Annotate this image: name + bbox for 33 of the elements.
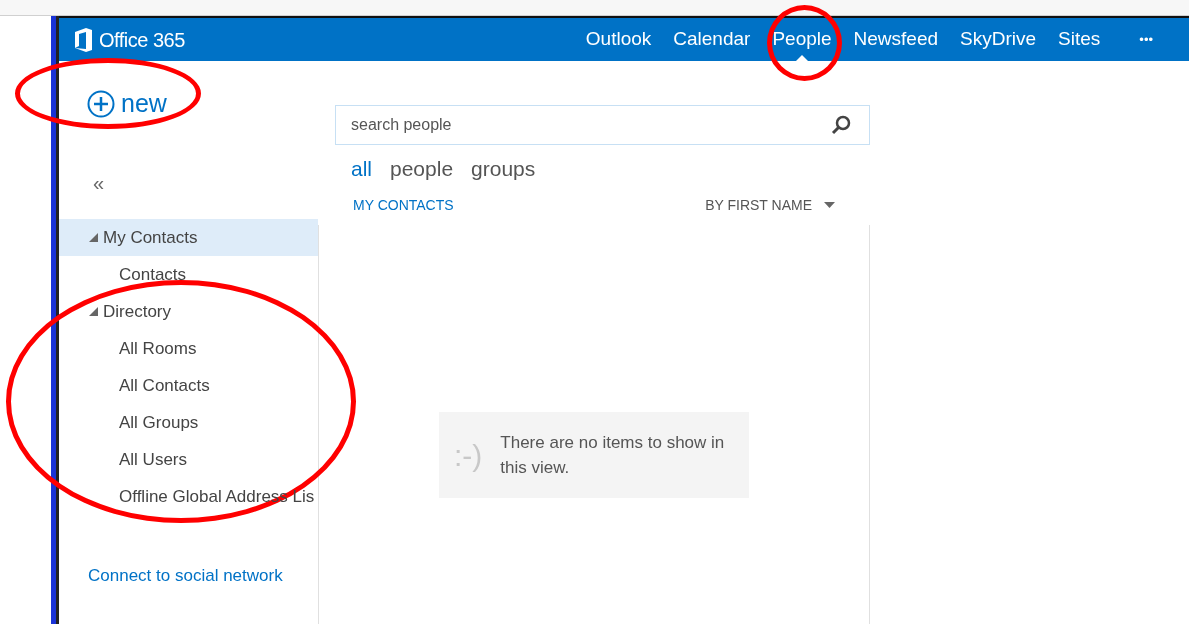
collapse-button[interactable]: « bbox=[93, 168, 105, 198]
more-button[interactable]: ••• bbox=[1139, 29, 1153, 50]
expanded-triangle-icon bbox=[89, 233, 98, 242]
nav-link[interactable]: People bbox=[761, 18, 843, 61]
new-button[interactable]: new bbox=[87, 85, 167, 123]
caret-icon bbox=[824, 202, 835, 208]
folder-item[interactable]: All Rooms bbox=[59, 330, 318, 367]
filter-tab[interactable]: people bbox=[390, 153, 454, 185]
plus-circle-icon bbox=[87, 90, 115, 118]
social-network-link[interactable]: Connect to social network bbox=[88, 565, 283, 585]
folder-item[interactable]: All Users bbox=[59, 441, 318, 478]
sort-dropdown[interactable]: BY FIRST NAME bbox=[705, 194, 835, 216]
nav-link[interactable]: Newsfeed bbox=[842, 18, 950, 61]
nav-link[interactable]: Sites bbox=[1047, 18, 1112, 61]
office-logo-icon bbox=[73, 27, 93, 52]
smiley-face: :-) bbox=[454, 437, 483, 474]
folder-item[interactable]: My Contacts bbox=[59, 219, 318, 256]
brand-title: Office 365 bbox=[99, 27, 185, 53]
filter-tab[interactable]: all bbox=[351, 153, 372, 185]
folder-item[interactable]: Directory bbox=[59, 293, 318, 330]
filter-tab[interactable]: groups bbox=[471, 153, 536, 185]
nav-link[interactable]: Outlook bbox=[574, 18, 663, 61]
expanded-triangle-icon bbox=[89, 307, 98, 316]
list-title: MY CONTACTS bbox=[353, 195, 454, 215]
nav-link[interactable]: Calendar bbox=[662, 18, 762, 61]
search-icon bbox=[830, 114, 852, 136]
folder-item[interactable]: All Groups bbox=[59, 404, 318, 441]
search-field[interactable]: search people bbox=[335, 105, 870, 145]
nav-link[interactable]: SkyDrive bbox=[949, 18, 1048, 61]
folder-item[interactable]: All Contacts bbox=[59, 367, 318, 404]
folder-item[interactable]: Contacts bbox=[59, 256, 318, 293]
empty-message: There are no items to show in this view. bbox=[500, 432, 726, 479]
folder-item[interactable]: Offline Global Address Lis bbox=[59, 478, 318, 515]
